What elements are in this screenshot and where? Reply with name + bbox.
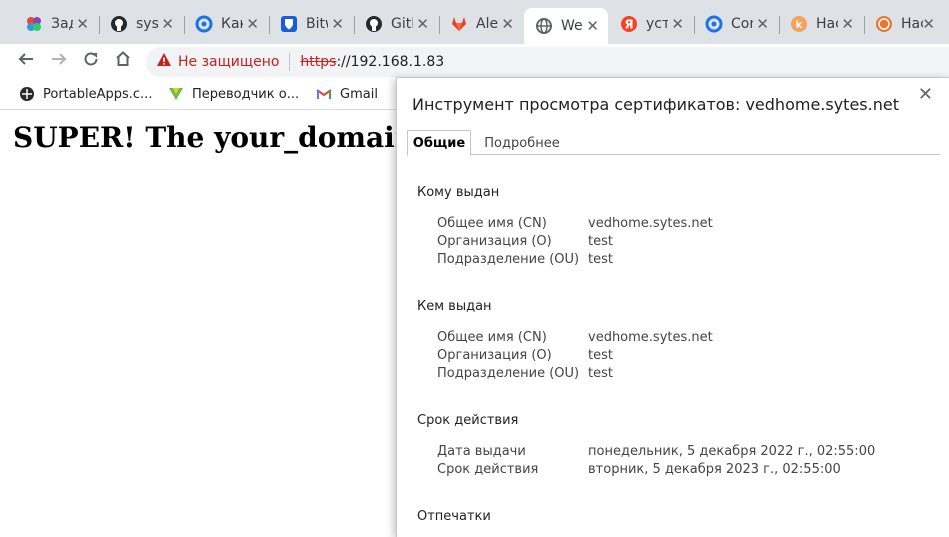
tab-details[interactable]: Подробнее	[477, 130, 567, 156]
tab-title: Con	[731, 16, 753, 32]
cloud-blue-icon	[195, 15, 213, 33]
field-label: Срок действия	[437, 462, 539, 477]
field-label: Подразделение (OU)	[437, 366, 580, 381]
bookmark-gmail[interactable]: Gmail	[316, 84, 378, 104]
tab-title: GitHub	[391, 16, 413, 32]
close-dialog-button[interactable]: ✕	[918, 84, 933, 105]
gitlab-icon	[450, 15, 468, 33]
close-icon[interactable]: ✕	[76, 15, 89, 33]
field-value: vedhome.sytes.net	[588, 330, 713, 345]
orange-dm-icon	[875, 15, 893, 33]
section-validity-title: Срок действия	[417, 413, 519, 428]
forward-button[interactable]	[47, 49, 71, 73]
field-label: Общее имя (CN)	[437, 330, 547, 345]
arrow-left-icon	[17, 50, 35, 72]
url-host: ://192.168.1.83	[336, 54, 445, 70]
cloud-blue-icon	[705, 15, 723, 33]
field-label: Подразделение (OU)	[437, 252, 580, 267]
browser-tab-settings-2[interactable]: Настройки ✕	[864, 8, 944, 40]
tab-title: Настройки	[816, 16, 838, 32]
field-value: test	[588, 252, 613, 267]
browser-tab-github-sys[interactable]: sys ✕	[99, 8, 183, 40]
home-icon	[114, 50, 132, 72]
browser-tab-gitlab[interactable]: Alex ✕	[439, 8, 523, 40]
tab-strip: Задачи ✕ sys ✕ Как ✕ Bitwarden ✕ GitHub …	[0, 0, 949, 44]
close-icon[interactable]: ✕	[161, 15, 174, 33]
tab-title: Задачи	[51, 16, 73, 32]
svg-text:k: k	[796, 20, 803, 31]
close-icon[interactable]: ✕	[246, 15, 259, 33]
tab-title: sys	[136, 16, 158, 32]
gmail-icon	[316, 86, 332, 102]
omnibox-divider	[289, 53, 291, 71]
browser-tab-yandex[interactable]: Я устройство ✕	[609, 8, 693, 40]
browser-tab-tasks[interactable]: Задачи ✕	[14, 8, 98, 40]
browser-tab-settings-1[interactable]: k Настройки ✕	[779, 8, 863, 40]
close-icon[interactable]: ✕	[501, 15, 514, 33]
globe-icon	[535, 17, 553, 35]
section-issued-by-title: Кем выдан	[417, 299, 492, 314]
reload-button[interactable]	[79, 49, 103, 73]
github-icon	[110, 15, 128, 33]
field-value: test	[588, 234, 613, 249]
field-label: Общее имя (CN)	[437, 216, 547, 231]
github-icon	[365, 15, 383, 33]
browser-tab-kak[interactable]: Как ✕	[184, 8, 268, 40]
dialog-tabs: Общие Подробнее	[407, 130, 940, 156]
field-value: vedhome.sytes.net	[588, 216, 713, 231]
tab-title: Alex	[476, 16, 498, 32]
address-bar[interactable]: Не защищено https://192.168.1.83	[146, 47, 949, 77]
close-icon[interactable]: ✕	[841, 15, 854, 33]
tab-title: Welcome	[561, 18, 583, 34]
close-icon: ✕	[917, 84, 933, 105]
tab-title: устройство	[646, 16, 668, 32]
bookmark-translator[interactable]: Переводчик о...	[168, 84, 299, 104]
close-icon[interactable]: ✕	[416, 15, 429, 33]
dialog-title: Инструмент просмотра сертификатов: vedho…	[412, 95, 899, 114]
close-icon[interactable]: ✕	[331, 15, 344, 33]
browser-tab-welcome-active[interactable]: Welcome ✕	[524, 8, 608, 44]
field-value: test	[588, 366, 613, 381]
home-button[interactable]	[111, 49, 135, 73]
bookmark-label: Gmail	[340, 86, 378, 102]
multicolor-dots-icon	[25, 15, 43, 33]
portableapps-icon	[19, 86, 35, 102]
close-icon[interactable]: ✕	[671, 15, 684, 33]
bookmark-label: PortableApps.c...	[43, 86, 153, 102]
browser-tab-github[interactable]: GitHub ✕	[354, 8, 438, 40]
browser-toolbar: Не защищено https://192.168.1.83	[0, 44, 949, 78]
certificate-viewer-dialog: Инструмент просмотра сертификатов: vedho…	[396, 77, 949, 537]
security-warning-label[interactable]: Не защищено	[178, 54, 279, 70]
orange-circle-icon: k	[790, 15, 808, 33]
arrow-right-icon	[50, 50, 68, 72]
bookmark-label: Переводчик о...	[192, 86, 300, 102]
browser-tab-bitwarden[interactable]: Bitwarden ✕	[269, 8, 353, 40]
browser-tab-con[interactable]: Con ✕	[694, 8, 778, 40]
reload-icon	[82, 50, 100, 72]
back-button[interactable]	[14, 49, 38, 73]
field-value: понедельник, 5 декабря 2022 г., 02:55:00	[588, 444, 876, 459]
bitwarden-shield-icon	[280, 15, 298, 33]
tab-title: Настройки	[901, 16, 923, 32]
field-value: test	[588, 348, 613, 363]
tab-title: Bitwarden	[306, 16, 328, 32]
svg-text:Я: Я	[624, 18, 633, 32]
close-icon[interactable]: ✕	[756, 15, 769, 33]
section-issued-to-title: Кому выдан	[417, 185, 500, 200]
field-label: Организация (O)	[437, 234, 552, 249]
warning-triangle-icon[interactable]	[156, 52, 172, 72]
bookmark-portableapps[interactable]: PortableApps.c...	[19, 84, 152, 104]
section-fingerprints-title: Отпечатки	[417, 509, 491, 524]
url-scheme: https	[300, 54, 337, 70]
field-label: Дата выдачи	[437, 444, 526, 459]
field-value: вторник, 5 декабря 2023 г., 02:55:00	[588, 462, 841, 477]
tab-title: Как	[221, 16, 243, 32]
tab-general[interactable]: Общие	[407, 130, 471, 156]
close-icon[interactable]: ✕	[586, 17, 599, 35]
yandex-icon: Я	[620, 15, 638, 33]
close-icon[interactable]: ✕	[922, 15, 935, 33]
translator-icon	[168, 86, 184, 102]
field-label: Организация (O)	[437, 348, 552, 363]
